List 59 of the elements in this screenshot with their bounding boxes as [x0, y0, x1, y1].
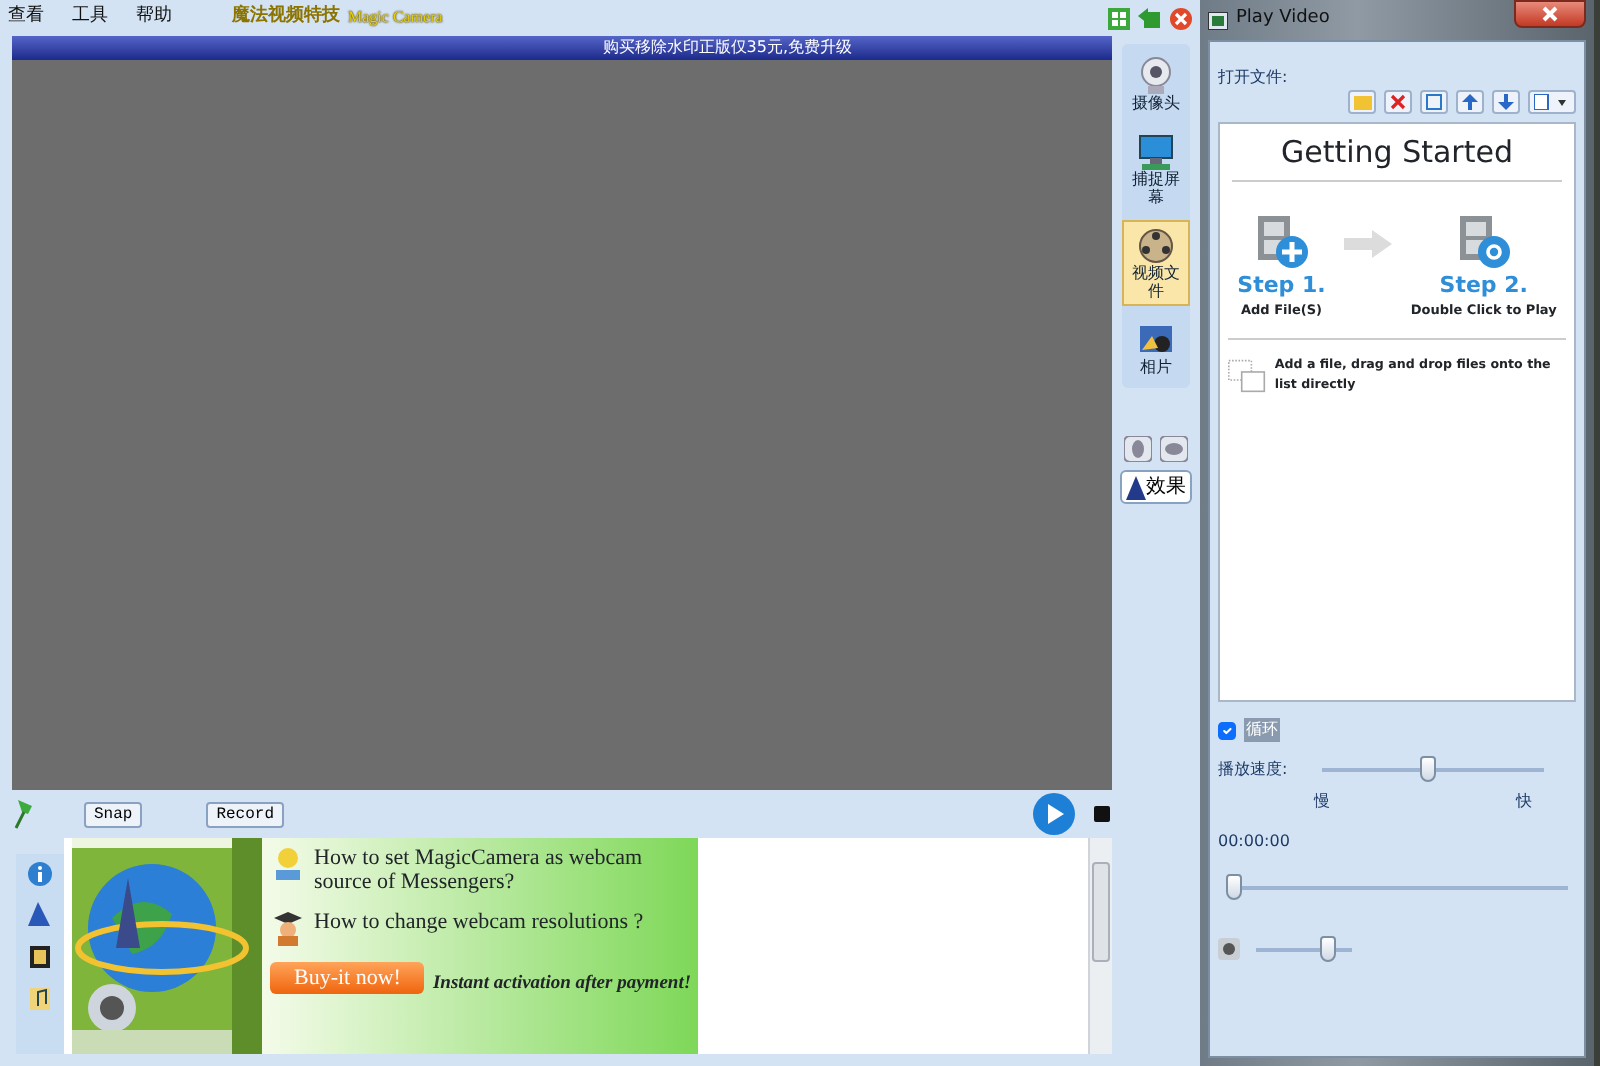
clear-icon[interactable]	[1420, 90, 1448, 114]
grid-icon[interactable]	[1108, 7, 1130, 29]
webcam-icon	[1136, 56, 1176, 96]
delete-icon[interactable]	[1384, 90, 1412, 114]
effects-button[interactable]: 效果	[1120, 470, 1192, 505]
close-button[interactable]	[1514, 0, 1586, 28]
source-item[interactable]: 视频文件	[1122, 220, 1190, 306]
stop-icon[interactable]	[1092, 804, 1112, 824]
tagline: Instant activation after payment!	[432, 973, 692, 995]
time-display: 00:00:00	[1218, 830, 1292, 854]
seek-slider-thumb[interactable]	[1226, 874, 1242, 900]
move-down-icon[interactable]	[1492, 90, 1520, 114]
menu-item[interactable]: 查看	[8, 4, 44, 32]
back-arrow-icon[interactable]	[1138, 7, 1162, 29]
help-link[interactable]: How to change webcam resolutions ?	[314, 910, 644, 935]
slow-label: 慢	[1314, 790, 1330, 814]
source-item[interactable]: 捕捉屏幕	[1122, 126, 1190, 213]
snap-button[interactable]: Snap	[84, 801, 143, 827]
save-list-icon[interactable]	[1528, 90, 1576, 114]
close-icon	[1542, 6, 1558, 22]
add-video-icon	[1253, 213, 1310, 269]
close-icon[interactable]	[1170, 7, 1192, 29]
flip-icon[interactable]	[1160, 436, 1188, 463]
monitor-icon	[1136, 132, 1176, 173]
menu-item[interactable]: 帮助	[136, 4, 172, 32]
arrow-icon	[1344, 229, 1393, 257]
info-icon[interactable]	[28, 862, 52, 886]
app-subtitle: Magic Camera	[348, 6, 443, 30]
open-files-label: 打开文件:	[1218, 66, 1290, 90]
film-reel-icon	[1136, 226, 1176, 267]
graduate-icon	[270, 910, 306, 947]
app-icon	[1208, 11, 1228, 29]
light-bulb-icon	[270, 846, 306, 882]
speed-label: 播放速度:	[1218, 758, 1290, 782]
step-number: Step 2.	[1439, 269, 1528, 301]
rotate-icon[interactable]	[1124, 436, 1152, 463]
window-title: Play Video	[1236, 6, 1330, 33]
step-number: Step 1.	[1237, 269, 1326, 301]
getting-started-heading: Getting Started	[1232, 124, 1562, 181]
play-video-icon	[1455, 213, 1512, 269]
drop-area-icon	[1228, 355, 1267, 396]
source-item[interactable]: 相片	[1122, 313, 1190, 383]
app-title: 魔法视频特技	[232, 4, 340, 31]
speaker-icon[interactable]	[1218, 938, 1240, 960]
loop-label: 循环	[1244, 718, 1280, 742]
move-up-icon[interactable]	[1456, 90, 1484, 114]
help-link[interactable]: How to set MagicCamera as webcam source of Messengers?	[314, 846, 698, 895]
source-item[interactable]: 摄像头	[1122, 50, 1190, 119]
fast-label: 快	[1516, 790, 1532, 814]
speed-slider-thumb[interactable]	[1420, 756, 1437, 782]
volume-slider-thumb[interactable]	[1320, 935, 1336, 961]
play-icon[interactable]	[1032, 792, 1076, 836]
vertical-scrollbar[interactable]	[1088, 838, 1112, 1054]
record-button[interactable]: Record	[206, 801, 285, 827]
pin-icon[interactable]	[12, 798, 36, 830]
loop-checkbox[interactable]	[1218, 721, 1236, 739]
menu-item[interactable]: 工具	[72, 4, 108, 32]
wizard-hat-icon[interactable]	[28, 902, 52, 928]
upgrade-banner[interactable]: 购买移除水印正版仅35元,免费升级	[12, 36, 1112, 60]
